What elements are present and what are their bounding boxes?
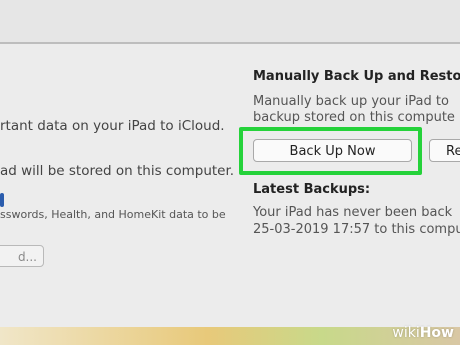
manual-backup-heading: Manually Back Up and Restore (253, 69, 460, 84)
encrypt-description: sswords, Health, and HomeKit data to be (0, 208, 226, 221)
icloud-option-text: rtant data on your iPad to iCloud. (0, 118, 225, 134)
latest-backup-info-line1: Your iPad has never been back (253, 205, 453, 220)
change-password-button[interactable]: d... (0, 245, 44, 267)
backups-panel (0, 44, 460, 327)
manual-backup-description-line1: Manually back up your iPad to (253, 94, 449, 109)
manual-backup-description-line2: backup stored on this compute (253, 110, 455, 125)
back-up-now-button[interactable]: Back Up Now (253, 139, 412, 162)
latest-backups-heading: Latest Backups: (253, 182, 371, 197)
watermark-how: How (419, 325, 454, 341)
restore-backup-button[interactable]: Re (429, 139, 460, 162)
top-region (0, 0, 460, 42)
latest-backup-info-line2: 25-03-2019 17:57 to this compu (253, 222, 460, 237)
this-computer-option-text: ad will be stored on this computer. (0, 163, 235, 179)
watermark-wiki: wiki (392, 325, 420, 341)
footer-band (0, 327, 460, 345)
wikihow-watermark: wikiHow (392, 325, 454, 341)
encrypt-checkbox-edge[interactable] (0, 193, 4, 207)
